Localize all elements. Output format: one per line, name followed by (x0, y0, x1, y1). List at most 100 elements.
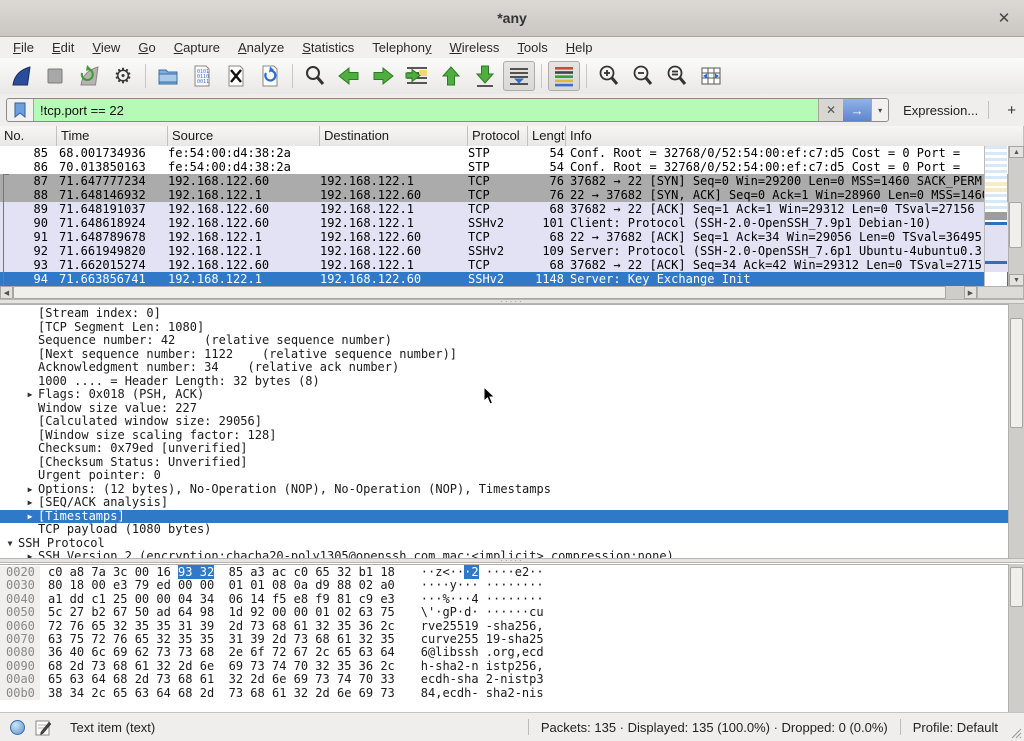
detail-line-ssh-protocol[interactable]: ▼SSH Protocol (0, 537, 1024, 551)
scroll-down-arrow-icon[interactable]: ▼ (1009, 274, 1024, 286)
filter-history-dropdown[interactable]: ▾ (871, 99, 888, 121)
go-back-button[interactable] (333, 61, 365, 91)
detail-line[interactable]: Urgent pointer: 0 (0, 469, 1024, 483)
expert-info-icon[interactable] (10, 720, 25, 735)
stop-capture-button[interactable] (39, 61, 71, 91)
capture-options-button[interactable]: ⚙ (107, 61, 139, 91)
hex-row[interactable]: 008036 40 6c 69 62 73 73 68 2e 6f 72 67 … (0, 646, 1024, 659)
detail-line[interactable]: TCP payload (1080 bytes) (0, 523, 1024, 537)
column-time[interactable]: Time (57, 126, 168, 146)
detail-line[interactable]: Window size value: 227 (0, 402, 1024, 416)
column-protocol[interactable]: Protocol (468, 126, 528, 146)
detail-line[interactable]: [Calculated window size: 29056] (0, 415, 1024, 429)
colorize-button[interactable] (548, 61, 580, 91)
menu-analyze[interactable]: Analyze (229, 38, 293, 57)
detail-line[interactable]: [Stream index: 0] (0, 307, 1024, 321)
expander-icon[interactable]: ▶ (22, 496, 38, 510)
menu-view[interactable]: View (83, 38, 129, 57)
vscroll-thumb[interactable] (1009, 202, 1022, 248)
go-to-packet-button[interactable] (401, 61, 433, 91)
hex-row[interactable]: 007063 75 72 76 65 32 35 35 31 39 2d 73 … (0, 633, 1024, 646)
expander-icon[interactable]: ▶ (22, 550, 38, 558)
go-forward-button[interactable] (367, 61, 399, 91)
packet-minimap[interactable] (984, 146, 1007, 286)
packet-list-hscrollbar[interactable]: ◀ ▶ (0, 286, 977, 299)
resize-columns-button[interactable] (695, 61, 727, 91)
menu-telephony[interactable]: Telephony (363, 38, 440, 57)
display-filter-field[interactable]: !tcp.port == 22 ✕ → ▾ (6, 98, 889, 122)
details-vscrollbar[interactable] (1008, 304, 1024, 558)
zoom-in-button[interactable] (593, 61, 625, 91)
menu-statistics[interactable]: Statistics (293, 38, 363, 57)
column-info[interactable]: Info (566, 126, 1024, 146)
packet-row-93[interactable]: 9371.662015274192.168.122.60192.168.122.… (0, 258, 1024, 272)
hex-row[interactable]: 00b038 34 2c 65 63 64 68 2d 73 68 61 32 … (0, 687, 1024, 700)
packet-row-92[interactable]: 9271.661949820192.168.122.1192.168.122.6… (0, 244, 1024, 258)
resize-grip-icon[interactable] (1008, 725, 1022, 739)
scroll-up-arrow-icon[interactable]: ▲ (1009, 146, 1024, 158)
packet-row-86[interactable]: 8670.013850163fe:54:00:d4:38:2aSTP54Conf… (0, 160, 1024, 174)
display-filter-input[interactable]: !tcp.port == 22 (34, 99, 818, 121)
detail-line-timestamps-selected[interactable]: ▶[Timestamps] (0, 510, 1024, 524)
menu-edit[interactable]: Edit (43, 38, 83, 57)
packet-row-90[interactable]: 9071.648618924192.168.122.60192.168.122.… (0, 216, 1024, 230)
hex-row[interactable]: 00505c 27 b2 67 50 ad 64 98 1d 92 00 00 … (0, 606, 1024, 619)
hex-scroll-thumb[interactable] (1010, 567, 1023, 607)
capture-comment-button[interactable] (35, 719, 52, 736)
menu-go[interactable]: Go (129, 38, 164, 57)
packet-row-87[interactable]: 8771.647777234192.168.122.60192.168.122.… (0, 174, 1024, 188)
zoom-out-button[interactable] (627, 61, 659, 91)
close-button[interactable]: ✕ (994, 8, 1014, 28)
packet-row-91[interactable]: 9171.648789678192.168.122.1192.168.122.6… (0, 230, 1024, 244)
scroll-right-arrow-icon[interactable]: ▶ (964, 286, 977, 299)
save-file-button[interactable]: 010101100011 (186, 61, 218, 91)
zoom-normal-button[interactable] (661, 61, 693, 91)
column-destination[interactable]: Destination (320, 126, 468, 146)
hex-row[interactable]: 009068 2d 73 68 61 32 2d 6e 69 73 74 70 … (0, 660, 1024, 673)
column-source[interactable]: Source (168, 126, 320, 146)
menu-help[interactable]: Help (557, 38, 602, 57)
go-bottom-button[interactable] (469, 61, 501, 91)
packet-row-88[interactable]: 8871.648146932192.168.122.1192.168.122.6… (0, 188, 1024, 202)
packet-row-89[interactable]: 8971.648191037192.168.122.60192.168.122.… (0, 202, 1024, 216)
selected-bytes[interactable]: 93 32 (178, 565, 214, 579)
detail-line[interactable]: [TCP Segment Len: 1080] (0, 321, 1024, 335)
add-filter-button[interactable]: + (999, 102, 1024, 119)
expander-icon[interactable]: ▼ (2, 537, 18, 551)
reload-file-button[interactable] (254, 61, 286, 91)
detail-line[interactable]: Sequence number: 42 (relative sequence n… (0, 334, 1024, 348)
filter-bookmark-button[interactable] (7, 99, 34, 121)
hscroll-thumb[interactable] (13, 286, 946, 299)
menu-file[interactable]: File (4, 38, 43, 57)
scroll-left-arrow-icon[interactable]: ◀ (0, 286, 13, 299)
open-file-button[interactable] (152, 61, 184, 91)
hex-row[interactable]: 006072 76 65 32 35 35 31 39 2d 73 68 61 … (0, 620, 1024, 633)
expander-icon[interactable]: ▶ (22, 388, 38, 402)
hex-row-0020[interactable]: 0020c0 a8 7a 3c 00 16 93 32 85 a3 ac c0 … (0, 566, 1024, 579)
go-top-button[interactable] (435, 61, 467, 91)
column-length[interactable]: Length (528, 126, 566, 146)
hex-vscrollbar[interactable] (1008, 564, 1024, 712)
detail-line-seqack[interactable]: ▶[SEQ/ACK analysis] (0, 496, 1024, 510)
detail-line[interactable]: Acknowledgment number: 34 (relative ack … (0, 361, 1024, 375)
hex-row[interactable]: 003080 18 00 e3 79 ed 00 00 01 01 08 0a … (0, 579, 1024, 592)
pane-splitter-bottom[interactable]: ····· (0, 558, 1024, 563)
column-no[interactable]: No. (0, 126, 57, 146)
detail-line[interactable]: 1000 .... = Header Length: 32 bytes (8) (0, 375, 1024, 389)
restart-capture-button[interactable] (73, 61, 105, 91)
packet-row-85[interactable]: 8568.001734936fe:54:00:d4:38:2aSTP54Conf… (0, 146, 1024, 160)
hex-row[interactable]: 0040a1 dd c1 25 00 00 04 34 06 14 f5 e8 … (0, 593, 1024, 606)
auto-scroll-button[interactable] (503, 61, 535, 91)
detail-line[interactable]: [Window size scaling factor: 128] (0, 429, 1024, 443)
expander-icon[interactable]: ▶ (22, 483, 38, 497)
expander-icon[interactable]: ▶ (22, 510, 38, 524)
details-scroll-thumb[interactable] (1010, 318, 1023, 428)
find-packet-button[interactable] (299, 61, 331, 91)
start-capture-button[interactable] (5, 61, 37, 91)
detail-line[interactable]: [Next sequence number: 1122 (relative se… (0, 348, 1024, 362)
title-bar[interactable]: *any ✕ (0, 0, 1024, 37)
menu-wireless[interactable]: Wireless (441, 38, 509, 57)
detail-line[interactable]: Checksum: 0x79ed [unverified] (0, 442, 1024, 456)
detail-line-flags[interactable]: ▶Flags: 0x018 (PSH, ACK) (0, 388, 1024, 402)
hex-row[interactable]: 00a065 63 64 68 2d 73 68 61 32 2d 6e 69 … (0, 673, 1024, 686)
